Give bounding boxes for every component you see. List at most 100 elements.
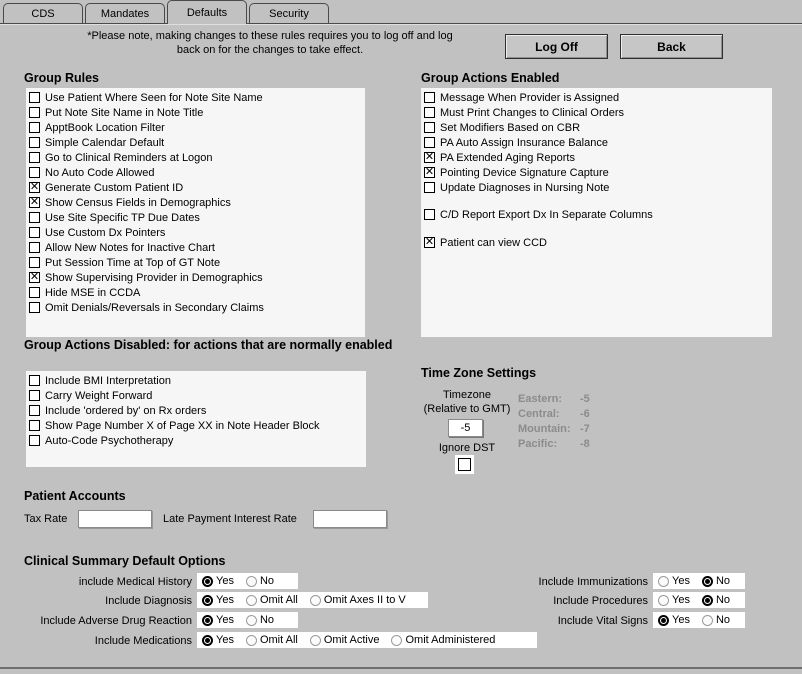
- radio-icon[interactable]: [202, 615, 213, 626]
- checkbox-row[interactable]: Set Modifiers Based on CBR: [421, 120, 772, 135]
- checkbox-row[interactable]: Generate Custom Patient ID: [26, 180, 365, 195]
- checkbox[interactable]: [424, 107, 435, 118]
- checkbox-row[interactable]: Put Session Time at Top of GT Note: [26, 255, 365, 270]
- radio-option[interactable]: Omit All: [246, 594, 298, 606]
- checkbox-row[interactable]: Put Note Site Name in Note Title: [26, 105, 365, 120]
- radio-option[interactable]: Omit Administered: [391, 634, 495, 646]
- checkbox[interactable]: [424, 92, 435, 103]
- checkbox-row[interactable]: Pointing Device Signature Capture: [421, 165, 772, 180]
- checkbox[interactable]: [29, 405, 40, 416]
- checkbox[interactable]: [424, 237, 435, 248]
- radio-icon[interactable]: [246, 635, 257, 646]
- checkbox-row[interactable]: Include 'ordered by' on Rx orders: [26, 403, 366, 418]
- radio-option[interactable]: Yes: [202, 575, 234, 587]
- checkbox[interactable]: [29, 122, 40, 133]
- log-off-button[interactable]: Log Off: [505, 34, 608, 59]
- checkbox[interactable]: [424, 167, 435, 178]
- checkbox-row[interactable]: Carry Weight Forward: [26, 388, 366, 403]
- checkbox[interactable]: [424, 182, 435, 193]
- checkbox-row[interactable]: No Auto Code Allowed: [26, 165, 365, 180]
- tab[interactable]: Mandates: [85, 3, 165, 23]
- checkbox[interactable]: [29, 197, 40, 208]
- checkbox-row[interactable]: ApptBook Location Filter: [26, 120, 365, 135]
- radio-option[interactable]: Omit Axes II to V: [310, 594, 406, 606]
- tab[interactable]: Defaults: [167, 0, 247, 24]
- checkbox-row[interactable]: Auto-Code Psychotherapy: [26, 433, 366, 448]
- radio-option[interactable]: No: [246, 614, 274, 626]
- radio-option[interactable]: Omit All: [246, 634, 298, 646]
- checkbox[interactable]: [29, 435, 40, 446]
- checkbox[interactable]: [29, 107, 40, 118]
- radio-icon[interactable]: [202, 576, 213, 587]
- checkbox[interactable]: [424, 209, 435, 220]
- checkbox[interactable]: [29, 420, 40, 431]
- checkbox[interactable]: [424, 137, 435, 148]
- radio-option[interactable]: Yes: [202, 614, 234, 626]
- checkbox[interactable]: [424, 152, 435, 163]
- checkbox-row[interactable]: Include BMI Interpretation: [26, 373, 366, 388]
- checkbox[interactable]: [29, 375, 40, 386]
- tab[interactable]: Security: [249, 3, 329, 23]
- checkbox-row[interactable]: Use Custom Dx Pointers: [26, 225, 365, 240]
- radio-option[interactable]: No: [702, 575, 730, 587]
- radio-icon[interactable]: [310, 635, 321, 646]
- radio-option[interactable]: Yes: [202, 594, 234, 606]
- checkbox-row[interactable]: Show Supervising Provider in Demographic…: [26, 270, 365, 285]
- tab[interactable]: CDS: [3, 3, 83, 23]
- checkbox[interactable]: [29, 287, 40, 298]
- radio-option[interactable]: No: [702, 614, 730, 626]
- checkbox-row[interactable]: Use Site Specific TP Due Dates: [26, 210, 365, 225]
- radio-option[interactable]: No: [246, 575, 274, 587]
- checkbox[interactable]: [29, 272, 40, 283]
- radio-icon[interactable]: [702, 615, 713, 626]
- radio-icon[interactable]: [246, 576, 257, 587]
- checkbox[interactable]: [29, 302, 40, 313]
- radio-icon[interactable]: [202, 595, 213, 606]
- checkbox[interactable]: [29, 92, 40, 103]
- checkbox[interactable]: [424, 122, 435, 133]
- radio-option[interactable]: Yes: [658, 594, 690, 606]
- checkbox[interactable]: [29, 182, 40, 193]
- checkbox-row[interactable]: Update Diagnoses in Nursing Note: [421, 180, 772, 195]
- radio-icon[interactable]: [246, 615, 257, 626]
- ignore-dst-checkbox[interactable]: [458, 458, 471, 471]
- checkbox-row[interactable]: Show Census Fields in Demographics: [26, 195, 365, 210]
- checkbox-row[interactable]: Simple Calendar Default: [26, 135, 365, 150]
- radio-icon[interactable]: [702, 576, 713, 587]
- checkbox-row[interactable]: Omit Denials/Reversals in Secondary Clai…: [26, 300, 365, 315]
- checkbox[interactable]: [29, 390, 40, 401]
- checkbox[interactable]: [29, 242, 40, 253]
- checkbox-row[interactable]: Show Page Number X of Page XX in Note He…: [26, 418, 366, 433]
- checkbox-row[interactable]: Patient can view CCD: [421, 235, 772, 250]
- radio-option[interactable]: No: [702, 594, 730, 606]
- radio-icon[interactable]: [702, 595, 713, 606]
- back-button[interactable]: Back: [620, 34, 723, 59]
- radio-option[interactable]: Yes: [658, 575, 690, 587]
- radio-icon[interactable]: [202, 635, 213, 646]
- timezone-input[interactable]: [448, 419, 483, 437]
- checkbox-row[interactable]: Message When Provider is Assigned: [421, 90, 772, 105]
- checkbox-row[interactable]: C/D Report Export Dx In Separate Columns: [421, 207, 772, 222]
- checkbox-row[interactable]: Allow New Notes for Inactive Chart: [26, 240, 365, 255]
- late-payment-interest-rate-input[interactable]: [313, 510, 387, 528]
- radio-option[interactable]: Omit Active: [310, 634, 380, 646]
- checkbox[interactable]: [29, 137, 40, 148]
- checkbox-row[interactable]: PA Extended Aging Reports: [421, 150, 772, 165]
- checkbox[interactable]: [29, 152, 40, 163]
- checkbox[interactable]: [29, 167, 40, 178]
- checkbox[interactable]: [29, 212, 40, 223]
- checkbox[interactable]: [29, 257, 40, 268]
- radio-icon[interactable]: [658, 595, 669, 606]
- checkbox-row[interactable]: Use Patient Where Seen for Note Site Nam…: [26, 90, 365, 105]
- checkbox-row[interactable]: PA Auto Assign Insurance Balance: [421, 135, 772, 150]
- checkbox-row[interactable]: Must Print Changes to Clinical Orders: [421, 105, 772, 120]
- checkbox-row[interactable]: Hide MSE in CCDA: [26, 285, 365, 300]
- tax-rate-input[interactable]: [78, 510, 152, 528]
- radio-icon[interactable]: [310, 595, 321, 606]
- radio-option[interactable]: Yes: [658, 614, 690, 626]
- radio-icon[interactable]: [391, 635, 402, 646]
- radio-icon[interactable]: [658, 615, 669, 626]
- checkbox[interactable]: [29, 227, 40, 238]
- radio-option[interactable]: Yes: [202, 634, 234, 646]
- checkbox-row[interactable]: Go to Clinical Reminders at Logon: [26, 150, 365, 165]
